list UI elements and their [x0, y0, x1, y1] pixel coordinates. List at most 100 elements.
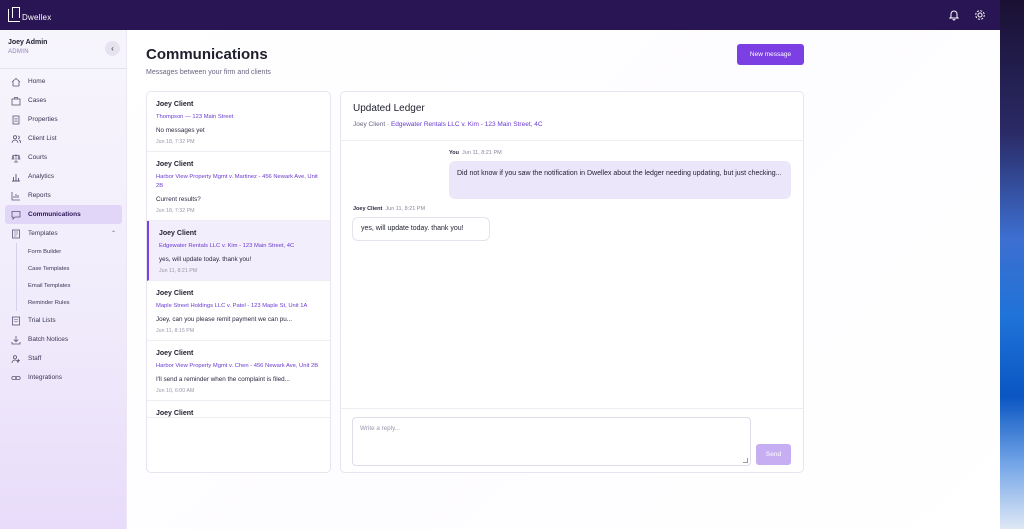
thread-item[interactable]: Joey Client [147, 401, 330, 418]
divider [0, 68, 127, 69]
scale-icon [11, 153, 21, 163]
thread-preview: I'll send a reminder when the complaint … [156, 376, 290, 383]
sidebar-item-label: Properties [28, 116, 58, 123]
desktop-wallpaper [1000, 0, 1024, 529]
sidebar-item-cases[interactable]: Cases [5, 91, 122, 110]
message-header: You Jun 11, 8:21 PM [449, 150, 502, 156]
link-icon [11, 373, 21, 383]
thread-item[interactable]: Joey Client Maple Street Holdings LLC v.… [147, 281, 330, 341]
thread-preview: yes, will update today. thank you! [159, 256, 252, 263]
user-role: ADMIN [8, 49, 29, 55]
bell-icon[interactable] [948, 9, 960, 21]
conversation-panel: Updated Ledger Joey Client · Edgewater R… [340, 91, 804, 473]
thread-case-link[interactable]: Maple Street Holdings LLC v. Patel - 123… [156, 302, 321, 311]
sidebar-item-label: Courts [28, 154, 48, 161]
sidebar-item-properties[interactable]: Properties [5, 110, 122, 129]
message-sender: Joey Client [353, 206, 383, 212]
app-window: Dwellex Joey Admin ADMIN ‹ Home Cases Pr… [0, 0, 1000, 529]
thread-item[interactable]: Joey Client Thompson — 123 Main Street N… [147, 92, 330, 152]
top-bar: Dwellex [0, 0, 1000, 30]
sidebar-item-label: Analytics [28, 173, 55, 180]
incoming-message: yes, will update today. thank you! [352, 217, 490, 241]
sidebar-subitem-email-templates[interactable]: Email Templates [28, 277, 122, 294]
home-icon [11, 77, 21, 87]
logo[interactable]: Dwellex [8, 6, 52, 22]
sidebar-item-label: Cases [28, 97, 47, 104]
outgoing-message: Did not know if you saw the notification… [449, 161, 791, 199]
gear-icon[interactable] [974, 9, 986, 21]
chevron-left-icon: ‹ [111, 44, 114, 53]
reply-placeholder: Write a reply... [360, 425, 401, 432]
sidebar-item-reports[interactable]: Reports [5, 186, 122, 205]
sidebar-item-analytics[interactable]: Analytics [5, 167, 122, 186]
thread-case-link[interactable]: Edgewater Rentals LLC v. Kim - 123 Main … [159, 242, 321, 251]
collapse-sidebar-button[interactable]: ‹ [105, 41, 120, 56]
thread-case-link[interactable]: Harbor View Property Mgmt v. Chen - 456 … [156, 362, 321, 371]
sidebar-item-courts[interactable]: Courts [5, 148, 122, 167]
message-sender: You [449, 150, 459, 156]
templates-submenu: Form Builder Case Templates Email Templa… [16, 243, 122, 311]
thread-client-name: Joey Client [156, 161, 194, 168]
reply-input[interactable]: Write a reply... [352, 417, 751, 466]
thread-preview: Current results? [156, 196, 201, 203]
thread-timestamp: Jun 10, 6:00 AM [156, 388, 195, 394]
sidebar-item-label: Integrations [28, 374, 62, 381]
conversation-client: Joey Client [353, 121, 386, 128]
thread-case-link[interactable]: Thompson — 123 Main Street [156, 113, 321, 122]
template-icon [11, 229, 21, 239]
page-subtitle: Messages between your firm and clients [146, 69, 271, 76]
thread-item-selected[interactable]: Joey Client Edgewater Rentals LLC v. Kim… [147, 221, 330, 281]
page-title: Communications [146, 46, 268, 63]
thread-list: Joey Client Thompson — 123 Main Street N… [146, 91, 331, 473]
sidebar-item-client-list[interactable]: Client List [5, 129, 122, 148]
staff-icon [11, 354, 21, 364]
sidebar-subitem-reminder-rules[interactable]: Reminder Rules [28, 294, 122, 311]
main-content: Communications Messages between your fir… [127, 30, 1000, 529]
resize-handle-icon[interactable] [743, 458, 748, 463]
sidebar-item-staff[interactable]: Staff [5, 349, 122, 368]
users-icon [11, 134, 21, 144]
document-icon [11, 115, 21, 125]
sidebar-item-templates[interactable]: Templates ⌃ [5, 224, 122, 243]
conversation-meta: Joey Client · Edgewater Rentals LLC v. K… [353, 121, 543, 128]
thread-preview: Joey, can you please remit payment we ca… [156, 316, 293, 323]
sidebar-item-label: Reports [28, 192, 51, 199]
thread-client-name: Joey Client [159, 230, 197, 237]
thread-client-name: Joey Client [156, 101, 194, 108]
list-icon [11, 316, 21, 326]
thread-item[interactable]: Joey Client Harbor View Property Mgmt v.… [147, 152, 330, 221]
thread-timestamp: Jun 11, 8:21 PM [159, 268, 198, 274]
download-icon [11, 335, 21, 345]
thread-case-link[interactable]: Harbor View Property Mgmt v. Martinez - … [156, 173, 321, 191]
main-nav: Home Cases Properties Client List Courts… [5, 72, 122, 387]
sidebar-item-label: Templates [28, 230, 58, 237]
send-button[interactable]: Send [756, 444, 791, 465]
chat-icon [11, 210, 21, 220]
sidebar-item-label: Trial Lists [28, 317, 56, 324]
thread-timestamp: Jun 18, 7:32 PM [156, 208, 195, 214]
bar-chart-icon [11, 172, 21, 182]
sidebar-item-batch-notices[interactable]: Batch Notices [5, 330, 122, 349]
thread-client-name: Joey Client [156, 410, 194, 417]
divider [341, 408, 803, 409]
sidebar-item-trial-lists[interactable]: Trial Lists [5, 311, 122, 330]
chevron-up-icon[interactable]: ⌃ [111, 230, 116, 237]
sidebar-subitem-case-templates[interactable]: Case Templates [28, 260, 122, 277]
message-time: Jun 11, 8:21 PM [462, 150, 502, 156]
report-chart-icon [11, 191, 21, 201]
user-name: Joey Admin [8, 39, 48, 46]
sidebar-item-communications[interactable]: Communications [5, 205, 122, 224]
conversation-title: Updated Ledger [353, 103, 425, 114]
new-message-button[interactable]: New message [737, 44, 804, 65]
sidebar-subitem-form-builder[interactable]: Form Builder [28, 243, 122, 260]
sidebar-item-label: Staff [28, 355, 42, 362]
conversation-case-link[interactable]: Edgewater Rentals LLC v. Kim - 123 Main … [391, 121, 543, 128]
sidebar-item-label: Home [28, 78, 46, 85]
logo-text: Dwellex [22, 13, 52, 22]
sidebar-item-integrations[interactable]: Integrations [5, 368, 122, 387]
thread-item[interactable]: Joey Client Harbor View Property Mgmt v.… [147, 341, 330, 401]
thread-timestamp: Jun 18, 7:32 PM [156, 139, 195, 145]
sidebar: Joey Admin ADMIN ‹ Home Cases Properties… [0, 30, 127, 529]
logo-icon [8, 6, 20, 22]
sidebar-item-home[interactable]: Home [5, 72, 122, 91]
